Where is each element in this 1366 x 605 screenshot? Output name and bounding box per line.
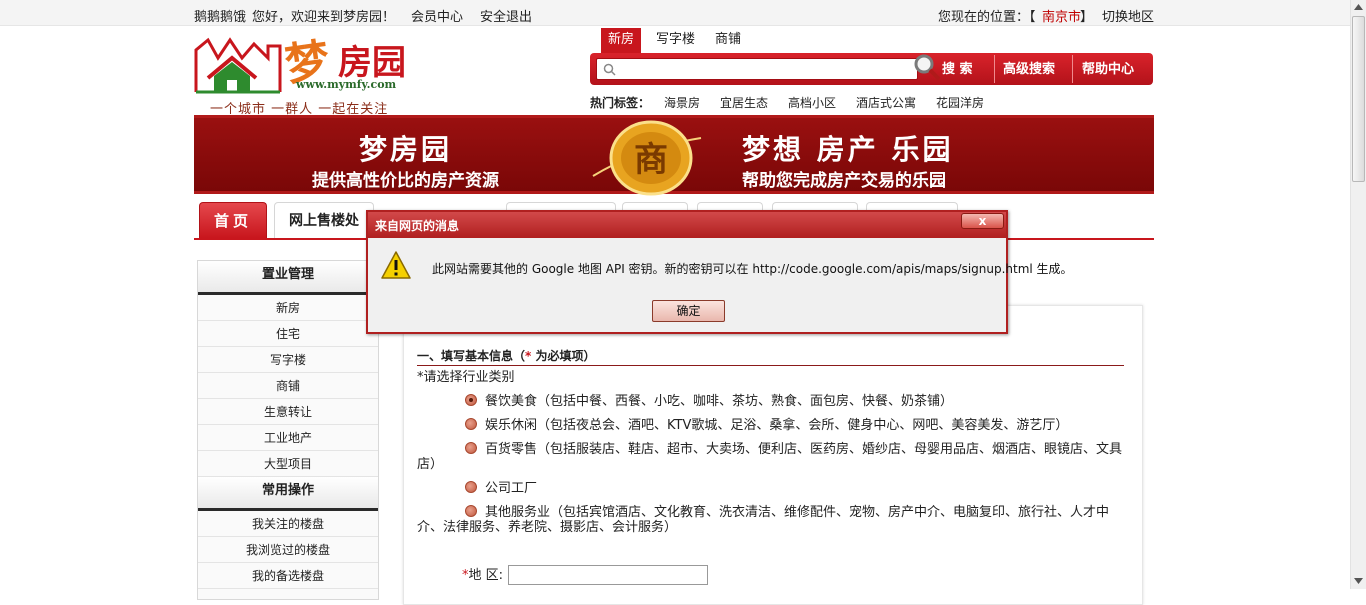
promo-banner[interactable]: 梦房园 提供高性价比的房产资源 商 梦想 房产 乐园 帮助您完成房产交易的乐园: [194, 115, 1154, 196]
sidebar-item-shop[interactable]: 商铺: [198, 373, 378, 399]
nav-tab-home[interactable]: 首页: [199, 202, 267, 238]
radio-company-factory[interactable]: [465, 481, 477, 493]
sidebar-item-business-transfer[interactable]: 生意转让: [198, 399, 378, 425]
radio-retail[interactable]: [465, 442, 477, 454]
option-company-factory[interactable]: 公司工厂: [485, 481, 537, 496]
scroll-down-arrow-icon[interactable]: [1354, 578, 1363, 584]
nav-tab-online-sales[interactable]: 网上售楼处: [274, 202, 374, 238]
sidebar-item-shortlist[interactable]: 我的备选楼盘: [198, 563, 378, 589]
sidebar-item-followed[interactable]: 我关注的楼盘: [198, 511, 378, 537]
region-input[interactable]: [508, 565, 708, 585]
coin-character: 商: [634, 140, 668, 180]
top-bar: 鹅鹅鹅饿 您好，欢迎来到梦房园！ 会员中心 安全退出 您现在的位置：【 南京市 …: [0, 0, 1350, 26]
radio-other-services[interactable]: [465, 505, 477, 517]
banner-right-subtitle: 帮助您完成房产交易的乐园: [742, 171, 946, 191]
dialog-message: 此网站需要其他的 Google 地图 API 密钥。新的密钥可以在 http:/…: [432, 262, 1073, 276]
alert-dialog: 来自网页的消息 x 此网站需要其他的 Google 地图 API 密钥。新的密钥…: [366, 210, 1073, 334]
sidebar-section-title: 置业管理: [198, 261, 378, 295]
member-center-link[interactable]: 会员中心: [411, 6, 463, 25]
scrollbar-thumb[interactable]: [1352, 16, 1365, 182]
dialog-ok-button[interactable]: 确定: [652, 300, 725, 322]
option-other-services-wrap: 介、法律服务、养老院、摄影店、会计服务）: [417, 520, 678, 535]
search-tab-office[interactable]: 写字楼: [649, 28, 702, 53]
location-bracket: 】: [1080, 10, 1094, 25]
sidebar-item-large-project[interactable]: 大型项目: [198, 451, 378, 477]
dialog-title: 来自网页的消息: [368, 212, 1006, 238]
help-center-button[interactable]: 帮助中心: [1082, 60, 1134, 80]
search-input[interactable]: [596, 58, 918, 80]
logo-url: www.mymfy.com: [296, 78, 397, 91]
radio-catering[interactable]: [465, 394, 477, 406]
welcome-text: 您好，欢迎来到梦房园！: [252, 10, 396, 25]
gold-coin-icon: 商: [592, 120, 702, 196]
banner-right-title: 梦想 房产 乐园: [742, 133, 954, 166]
search-input-icon: [603, 63, 616, 76]
search-tab-new-house[interactable]: 新房: [601, 28, 642, 53]
dialog-close-button[interactable]: x: [961, 213, 1004, 229]
scroll-up-arrow-icon[interactable]: [1354, 4, 1363, 10]
radio-entertainment[interactable]: [465, 418, 477, 430]
sidebar-section-title: 常用操作: [198, 477, 378, 511]
search-button[interactable]: 搜 索: [942, 60, 973, 80]
sidebar-item-residence[interactable]: 住宅: [198, 321, 378, 347]
hot-tag[interactable]: 酒店式公寓: [856, 94, 916, 111]
switch-region-link[interactable]: 切换地区: [1102, 6, 1154, 25]
site-logo[interactable]: 梦 房园 www.mymfy.com 一个城市 一群人 一起在关注: [194, 28, 444, 117]
search-tab-shop[interactable]: 商铺: [708, 28, 748, 53]
warning-icon: [381, 251, 411, 279]
username: 鹅鹅鹅饿: [194, 10, 247, 25]
banner-left-title: 梦房园: [359, 133, 453, 166]
advanced-search-button[interactable]: 高级搜索: [1003, 60, 1055, 80]
hot-tags-label: 热门标签：: [590, 96, 651, 110]
hot-tag[interactable]: 海景房: [664, 94, 700, 111]
sidebar-item-industrial[interactable]: 工业地产: [198, 425, 378, 451]
section-title: 一、填写基本信息（* 为必填项）: [417, 349, 596, 363]
sidebar-item-browsed[interactable]: 我浏览过的楼盘: [198, 537, 378, 563]
search-divider: [1072, 55, 1073, 83]
option-other-services[interactable]: 其他服务业（包括宾馆酒店、文化教育、洗衣清洁、维修配件、宠物、房产中介、电脑复印…: [485, 505, 1109, 520]
section-divider: [417, 365, 1124, 366]
page-scrollbar[interactable]: [1350, 0, 1366, 589]
location-label: 您现在的位置：【: [938, 10, 1036, 25]
option-entertainment[interactable]: 娱乐休闲（包括夜总会、酒吧、KTV歌城、足浴、桑拿、会所、健身中心、网吧、美容美…: [485, 418, 1068, 433]
option-catering[interactable]: 餐饮美食（包括中餐、西餐、小吃、咖啡、茶坊、熟食、面包房、快餐、奶茶铺）: [485, 394, 953, 409]
sidebar-item-new-house[interactable]: 新房: [198, 295, 378, 321]
hot-tag[interactable]: 高档小区: [788, 94, 836, 111]
option-retail[interactable]: 百货零售（包括服装店、鞋店、超市、大卖场、便利店、医药房、婚纱店、母婴用品店、烟…: [485, 442, 1122, 457]
sidebar-item-office[interactable]: 写字楼: [198, 347, 378, 373]
hot-tag[interactable]: 宜居生态: [720, 94, 768, 111]
svg-text:房园: 房园: [338, 43, 406, 83]
sidebar: 置业管理 新房 住宅 写字楼 商铺 生意转让 工业地产 大型项目 常用操作 我关…: [197, 260, 379, 600]
region-label: *地 区:: [462, 568, 504, 583]
magnifier-icon[interactable]: [913, 53, 941, 81]
industry-label: *请选择行业类别: [417, 370, 515, 385]
search-divider: [994, 55, 995, 83]
hot-tag[interactable]: 花园洋房: [936, 94, 984, 111]
logout-link[interactable]: 安全退出: [480, 6, 532, 25]
option-retail-wrap: 店）: [417, 457, 444, 472]
banner-left-subtitle: 提供高性价比的房产资源: [312, 171, 499, 191]
current-city[interactable]: 南京市: [1042, 6, 1081, 25]
